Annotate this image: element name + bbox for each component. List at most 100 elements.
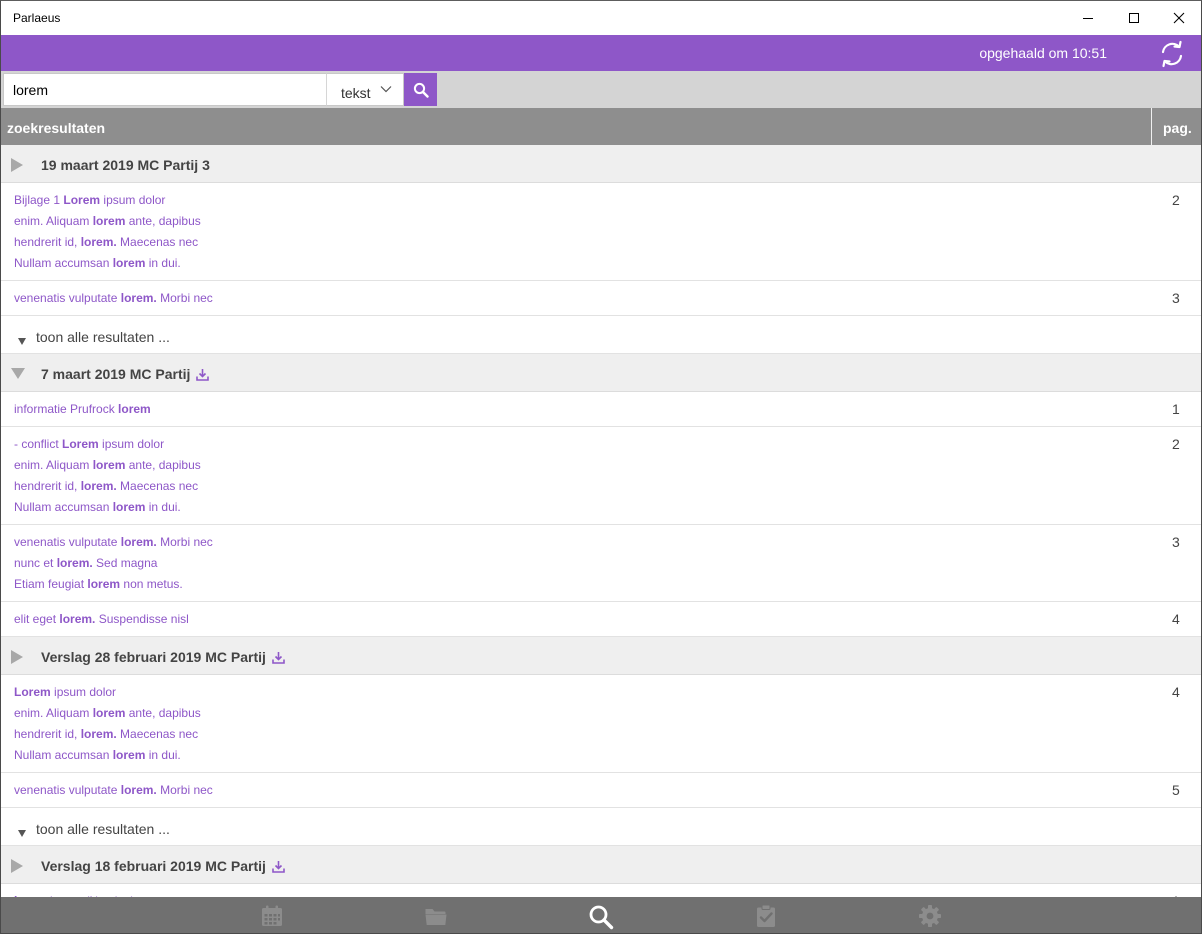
highlighted-term: lorem [92,458,126,472]
app-window: Parlaeus opgehaald om 10:51 tekst [0,0,1202,934]
highlighted-term: lorem [92,706,126,720]
snippet-text: ante, dapibus [125,214,201,228]
snippet-text: Morbi nec [156,783,213,797]
sync-button[interactable] [1157,39,1187,69]
result-snippet-line: hendrerit id, lorem. Maecenas nec [14,232,1188,253]
page-number: 2 [1172,436,1180,452]
download-icon[interactable] [272,651,285,667]
result-snippet-line: enim. Aliquam lorem ante, dapibus [14,455,1188,476]
result-group-header[interactable]: 19 maart 2019 MC Partij 3 [1,145,1201,183]
result-snippet-line: venenatis vulputate lorem. Morbi nec [14,780,1188,801]
result-row[interactable]: venenatis vulputate lorem. Morbi nec nunc… [1,525,1201,602]
search-type-dropdown[interactable]: tekst [326,73,404,106]
snippet-text: hendrerit id, [14,727,81,741]
result-snippet-line: enim. Aliquam lorem ante, dapibus [14,703,1188,724]
search-button[interactable] [404,73,437,106]
download-icon[interactable] [196,368,210,384]
snippet-text: Maecenas nec [116,235,199,249]
caret-right-icon[interactable] [11,859,23,878]
result-row[interactable]: Lorem ipsum dolor enim. Aliquam lorem ant… [1,675,1201,773]
show-all-results-button[interactable]: toon alle resultaten ... [1,316,1201,354]
gear-icon [919,905,941,927]
page-number: 4 [1172,611,1180,627]
page-number: 5 [1172,782,1180,798]
result-group-title-text: 7 maart 2019 MC Partij [41,366,191,382]
close-button[interactable] [1156,1,1201,35]
snippet-text: nunc et [14,556,57,570]
results-list[interactable]: 19 maart 2019 MC Partij 3 Bijlage 1 Lorem… [1,145,1201,897]
result-group-header[interactable]: Verslag 28 februari 2019 MC Partij [1,637,1201,675]
result-row[interactable]: - conflict Lorem ipsum dolor enim. Aliqua… [1,427,1201,525]
highlighted-term: lorem [118,402,151,416]
snippet-text: ipsum dolor [98,437,165,451]
results-header: zoekresultaten pag. [1,108,1201,145]
minimize-button[interactable] [1065,1,1111,35]
caret-right-icon[interactable] [11,650,23,669]
snippet-text: Nullam accumsan [14,500,113,514]
bottom-navigation [1,897,1201,933]
maximize-button[interactable] [1111,1,1157,35]
result-snippet-line: venenatis vulputate lorem. Morbi nec [14,288,1188,309]
column-divider [1151,108,1152,145]
highlighted-term: lorem. [56,556,93,570]
snippet-text: elit eget [14,612,60,626]
result-group-header[interactable]: 7 maart 2019 MC Partij [1,354,1201,392]
result-snippet-line: enim. Aliquam lorem ante, dapibus [14,211,1188,232]
highlighted-term: lorem. [59,612,96,626]
result-row[interactable]: venenatis vulputate lorem. Morbi nec 5 [1,773,1201,808]
nav-settings[interactable] [918,904,942,928]
result-row[interactable]: informatie Prufrock lorem 1 [1,392,1201,427]
snippet-text: ante, dapibus [125,706,201,720]
snippet-text: hendrerit id, [14,235,81,249]
result-group-header[interactable]: Verslag 18 februari 2019 MC Partij [1,846,1201,884]
nav-folder[interactable] [424,904,448,928]
title-bar: Parlaeus [1,1,1201,35]
result-row[interactable]: Bijlage 1 Lorem ipsum dolor enim. Aliquam… [1,183,1201,281]
download-icon[interactable] [272,860,285,876]
result-snippet-line: Nullam accumsan lorem in dui. [14,253,1188,274]
result-snippet-line: venenatis vulputate lorem. Morbi nec [14,532,1188,553]
caret-down-icon [18,824,26,842]
result-snippet-line: nunc et lorem. Sed magna [14,553,1188,574]
result-row[interactable]: elit eget lorem. Suspendisse nisl 4 [1,602,1201,637]
search-icon [413,82,429,98]
result-group-title: 7 maart 2019 MC Partij [41,366,210,384]
snippet-text: - conflict [14,437,63,451]
window-title: Parlaeus [13,11,61,25]
result-snippet-line: Nullam accumsan lorem in dui. [14,497,1188,518]
close-icon [1173,12,1185,24]
nav-calendar[interactable] [260,904,284,928]
snippet-text: venenatis vulputate [14,783,121,797]
search-type-value: tekst [341,85,371,101]
highlighted-term: lorem. [120,783,157,797]
results-header-label: zoekresultaten [7,120,106,136]
page-column-label: pag. [1163,120,1192,136]
snippet-text: Bijlage 1 [14,193,64,207]
show-all-results-button[interactable]: toon alle resultaten ... [1,808,1201,846]
highlighted-term: lorem [87,577,121,591]
snippet-text: in dui. [145,500,181,514]
caret-right-icon[interactable] [11,158,23,177]
search-bar: tekst [1,71,1201,108]
page-number: 3 [1172,290,1180,306]
snippet-text: Nullam accumsan [14,256,113,270]
result-snippet-line: Etiam feugiat lorem non metus. [14,574,1188,595]
result-row[interactable]: lorem ipsum (Notulen)1 [1,884,1201,897]
highlighted-term: lorem. [80,727,117,741]
nav-tasks[interactable] [754,904,778,928]
caret-down-icon[interactable] [11,367,25,385]
folder-icon [425,909,447,925]
result-group-title: Verslag 28 februari 2019 MC Partij [41,649,285,667]
highlighted-term: lorem. [120,291,157,305]
snippet-text: ipsum dolor [50,685,117,699]
nav-search[interactable] [588,904,614,930]
result-row[interactable]: venenatis vulputate lorem. Morbi nec 3 [1,281,1201,316]
result-group-title-text: Verslag 28 februari 2019 MC Partij [41,649,266,665]
fetched-time-label: opgehaald om 10:51 [979,45,1107,61]
snippet-text: Suspendisse nisl [95,612,189,626]
search-input[interactable] [3,73,327,106]
highlighted-term: lorem [112,748,146,762]
snippet-text: ipsum dolor [100,193,166,207]
app-header: opgehaald om 10:51 [1,35,1201,71]
snippet-text: Etiam feugiat [14,577,88,591]
